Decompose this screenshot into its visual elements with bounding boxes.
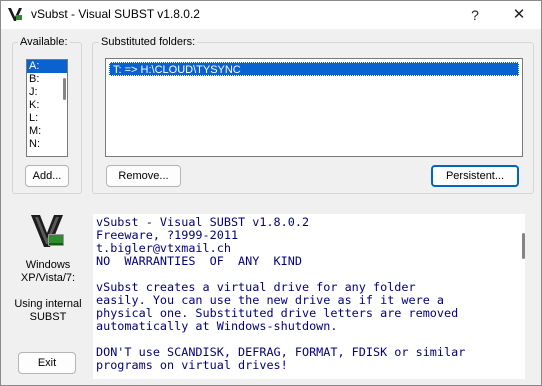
description-line: programs on virtual drives! [96, 358, 288, 372]
vsubst-app-icon [7, 6, 23, 22]
drive-item[interactable]: J: [27, 86, 67, 99]
drive-item[interactable]: B: [27, 73, 67, 86]
drive-item[interactable]: L: [27, 112, 67, 125]
drive-item[interactable]: K: [27, 99, 67, 112]
list-item-substitution[interactable]: T: => H:\CLOUD\TYSYNC [109, 62, 519, 76]
internal-text-line-2: SUBST [29, 311, 67, 323]
persistent-button[interactable]: Persistent... [431, 165, 519, 187]
help-button[interactable]: ? [456, 1, 494, 29]
close-button[interactable]: ✕ [500, 1, 538, 29]
drive-item[interactable]: M: [27, 125, 67, 138]
description-line: automatically at Windows-shutdown. [96, 319, 338, 333]
window-title: vSubst - Visual SUBST v1.8.0.2 [31, 7, 200, 21]
description-scrollbar[interactable] [522, 233, 525, 259]
substituted-label: Substituted folders: [99, 36, 198, 48]
internal-text-line-1: Using internal [14, 298, 82, 310]
remove-button[interactable]: Remove... [106, 165, 181, 187]
exit-button[interactable]: Exit [18, 352, 76, 374]
os-text-line-2: XP/Vista/7: [20, 272, 76, 284]
drives-scrollbar[interactable] [63, 78, 66, 100]
description-line: NO WARRANTIES OF ANY KIND [96, 254, 302, 268]
os-text-line-1: Windows [25, 259, 71, 271]
available-drives-list[interactable]: A: B: J: K: L: M: N: [26, 59, 68, 157]
title-bar[interactable]: vSubst - Visual SUBST v1.8.0.2 ? ✕ [1, 1, 541, 29]
description-text[interactable]: vSubst - Visual SUBST v1.8.0.2 Freeware, … [93, 214, 525, 379]
available-label: Available: [18, 36, 70, 48]
drive-item[interactable]: A: [27, 60, 67, 73]
drive-item[interactable]: N: [27, 138, 67, 151]
vsubst-window: vSubst - Visual SUBST v1.8.0.2 ? ✕ Avail… [0, 0, 542, 386]
substituted-folders-list[interactable]: T: => H:\CLOUD\TYSYNC [105, 58, 523, 157]
vsubst-logo-icon [31, 215, 64, 247]
add-button[interactable]: Add... [25, 165, 69, 187]
